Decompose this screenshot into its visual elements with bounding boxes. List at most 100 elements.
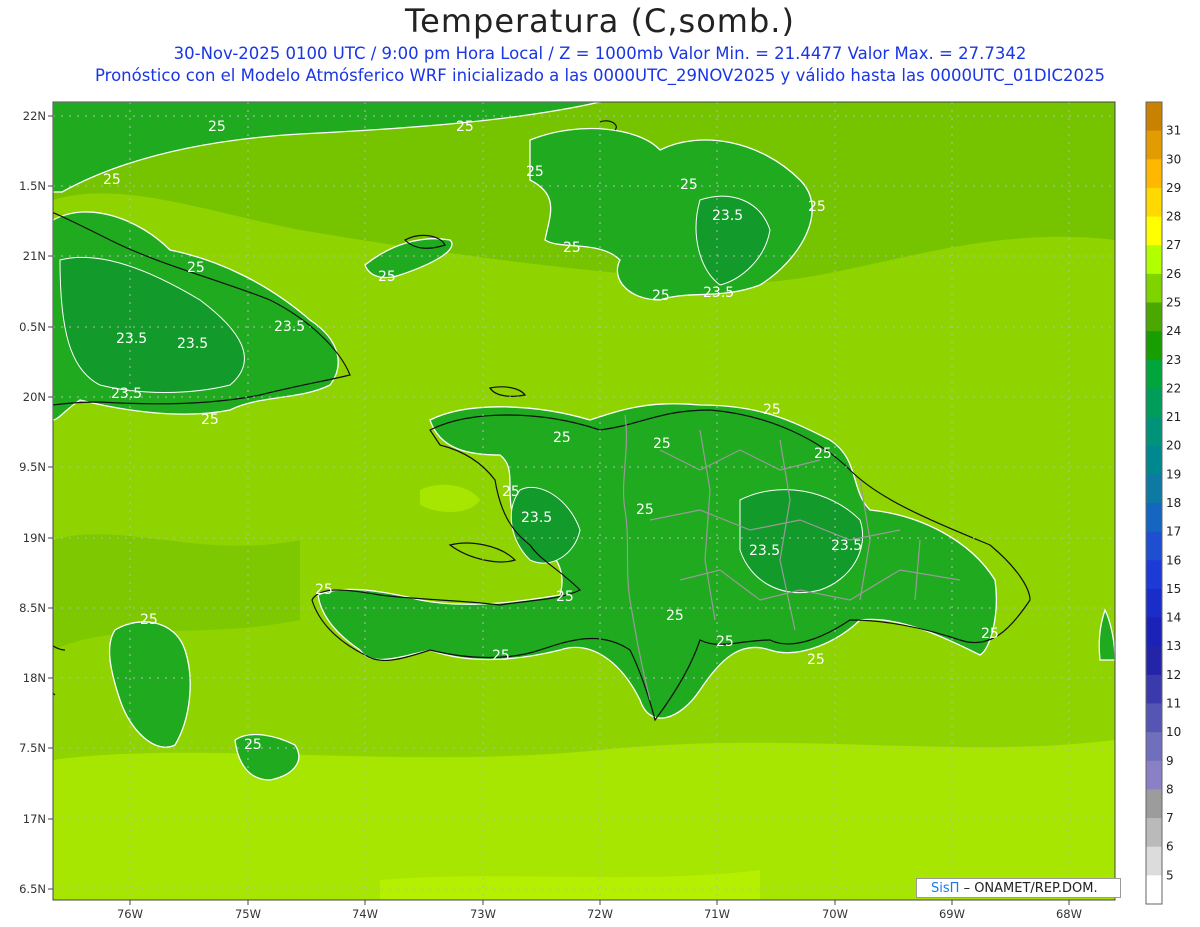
contour-label: 25 [187, 260, 205, 276]
colorbar-label: 9 [1166, 754, 1174, 768]
colorbar-swatch [1146, 273, 1162, 303]
contour-label: 25 [553, 430, 571, 446]
contour-label: 25 [201, 412, 219, 428]
contour-label: 25 [526, 164, 544, 180]
colorbar-label: 11 [1166, 697, 1181, 711]
colorbar-label: 8 [1166, 782, 1174, 796]
colorbar-swatch [1146, 560, 1162, 590]
colorbar-swatch [1146, 789, 1162, 819]
colorbar-label: 20 [1166, 439, 1181, 453]
colorbar-swatch [1146, 445, 1162, 475]
y-tick-label: 1.5N [19, 179, 46, 193]
colorbar-swatch [1146, 503, 1162, 533]
colorbar-swatch [1146, 187, 1162, 218]
contour-label: 23.5 [831, 538, 862, 554]
y-tick-label: 21N [23, 249, 46, 263]
y-tick-label: 17N [23, 812, 46, 826]
contour-label: 23.5 [116, 331, 147, 347]
colorbar-swatch [1146, 474, 1162, 504]
colorbar-label: 28 [1166, 210, 1181, 224]
contour-label: 25 [208, 119, 226, 135]
contour-label: 23.5 [521, 510, 552, 526]
colorbar-label: 14 [1166, 611, 1181, 625]
colorbar-label: 12 [1166, 668, 1181, 682]
colorbar-swatch [1146, 818, 1162, 848]
contour-label: 23.5 [749, 543, 780, 559]
contour-label: 25 [492, 648, 510, 664]
contour-label: 25 [140, 612, 158, 628]
colorbar-label: 17 [1166, 525, 1181, 539]
contour-label: 25 [556, 589, 574, 605]
x-tick-label: 69W [939, 907, 965, 921]
colorbar-label: 15 [1166, 582, 1181, 596]
contour-label: 23.5 [703, 285, 734, 301]
colorbar-label: 19 [1166, 467, 1181, 481]
colorbar-swatch [1146, 588, 1162, 619]
colorbar-swatch [1146, 245, 1162, 275]
credit-box: SisΠ – ONAMET/REP.DOM. [916, 878, 1121, 898]
colorbar-swatch [1146, 417, 1162, 447]
colorbar-swatch [1146, 302, 1162, 332]
x-tick-label: 72W [587, 907, 613, 921]
x-tick-label: 76W [117, 907, 143, 921]
y-tick-label: 22N [23, 109, 46, 123]
x-tick-label: 74W [352, 907, 378, 921]
colorbar-swatch [1146, 216, 1162, 246]
contour-label: 23.5 [712, 208, 743, 224]
y-tick-label: 6.5N [19, 882, 46, 896]
contour-label: 25 [244, 737, 262, 753]
x-tick-label: 70W [822, 907, 848, 921]
colorbar-label: 16 [1166, 553, 1181, 567]
colorbar-swatch [1146, 102, 1162, 132]
contour-label: 25 [653, 436, 671, 452]
y-tick-label: 18N [23, 671, 46, 685]
warm-band-south [53, 740, 1115, 900]
colorbar-label: 23 [1166, 353, 1181, 367]
colorbar-swatch [1146, 388, 1162, 418]
colorbar-swatch [1146, 331, 1162, 361]
contour-label: 25 [378, 269, 396, 285]
colorbar-swatch [1146, 875, 1162, 905]
contour-label: 25 [808, 199, 826, 215]
contour-label: 25 [315, 582, 333, 598]
contour-label: 25 [680, 177, 698, 193]
contour-label: 25 [652, 288, 670, 304]
y-tick-label: 0.5N [19, 320, 46, 334]
colorbar-label: 27 [1166, 238, 1181, 252]
contour-label: 25 [666, 608, 684, 624]
colorbar-swatch [1146, 846, 1162, 876]
colorbar-swatch [1146, 617, 1162, 647]
y-tick-label: 9.5N [19, 460, 46, 474]
contour-label: 23.5 [274, 319, 305, 335]
colorbar-label: 13 [1166, 639, 1181, 653]
colorbar-swatch [1146, 159, 1162, 189]
colorbar-label: 22 [1166, 381, 1181, 395]
contour-label: 23.5 [177, 336, 208, 352]
colorbar-label: 10 [1166, 725, 1181, 739]
contour-label: 25 [456, 119, 474, 135]
colorbar-label: 7 [1166, 811, 1174, 825]
colorbar-label: 24 [1166, 324, 1181, 338]
colorbar-label: 21 [1166, 410, 1181, 424]
contour-label: 25 [716, 634, 734, 650]
contour-label: 23.5 [111, 386, 142, 402]
colorbar-swatch [1146, 760, 1162, 790]
colorbar-swatch [1146, 359, 1162, 389]
colorbar-swatch [1146, 674, 1162, 704]
contour-label: 25 [502, 484, 520, 500]
temperature-map: 25 25 25 25 25 25 23.5 25 25 25 25 23.5 … [19, 101, 1181, 921]
contour-label: 25 [807, 652, 825, 668]
x-tick-label: 71W [704, 907, 730, 921]
credit-text: – ONAMET/REP.DOM. [963, 881, 1098, 896]
contour-label: 25 [103, 172, 121, 188]
x-tick-label: 73W [470, 907, 496, 921]
sispi-logo: SisΠ [931, 881, 960, 896]
colorbar-label: 5 [1166, 868, 1174, 882]
colorbar-swatch [1146, 646, 1162, 676]
colorbar-legend: 31 30 29 28 27 26 25 24 23 22 21 20 19 18 17 16 15 14 13 12… [1145, 101, 1181, 905]
colorbar-label: 31 [1166, 124, 1181, 138]
y-tick-label: 19N [23, 531, 46, 545]
colorbar-swatch [1146, 531, 1162, 561]
contour-label: 25 [763, 402, 781, 418]
x-tick-label: 68W [1056, 907, 1082, 921]
